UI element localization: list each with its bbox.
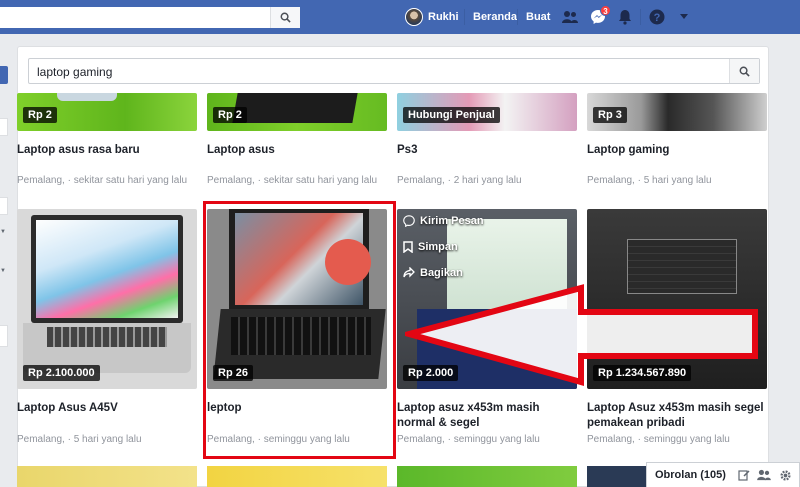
nav-divider <box>640 9 641 25</box>
help-icon[interactable]: ? <box>648 8 666 26</box>
sidebar-filter-box[interactable] <box>0 325 8 347</box>
left-sidebar-edge <box>0 34 10 487</box>
marketplace-search-input[interactable]: laptop gaming <box>28 58 760 84</box>
listing-time: · sekitar satu hari yang lalu <box>67 175 188 186</box>
share-action[interactable]: Bagikan <box>403 267 463 279</box>
listing-title[interactable]: Laptop asus <box>207 143 387 158</box>
listing-title[interactable]: Laptop asuz x453m masih normal & segel <box>397 401 577 431</box>
svg-text:?: ? <box>654 12 661 24</box>
share-label: Bagikan <box>420 267 463 279</box>
home-link[interactable]: Beranda <box>473 11 517 23</box>
messages-badge: 3 <box>600 5 611 16</box>
listing-card[interactable]: Rp 3 Laptop gaming Pemalang, · 5 hari ya… <box>587 93 767 193</box>
nav-divider <box>517 9 518 25</box>
pointer-arrow <box>405 284 758 386</box>
chat-label: Obrolan (105) <box>655 469 726 481</box>
notifications-bell-icon[interactable] <box>616 8 634 26</box>
listing-time: · sekitar satu hari yang lalu <box>257 175 378 186</box>
listing-location: Pemalang, <box>587 434 635 445</box>
listing-card[interactable]: Rp 2.100.000 Laptop Asus A45V Pemalang, … <box>17 209 197 454</box>
listing-title[interactable]: Laptop asus rasa baru <box>17 143 197 158</box>
gear-icon[interactable] <box>778 468 792 482</box>
listing-card[interactable]: Rp 2 Laptop asus Pemalang, · sekitar sat… <box>207 93 387 193</box>
listing-location: Pemalang, <box>397 175 445 186</box>
listing-location: Pemalang, <box>587 175 635 186</box>
listing-time: · seminggu yang lalu <box>447 434 540 445</box>
listing-price: Hubungi Penjual <box>403 107 500 123</box>
profile-link[interactable]: Rukhi <box>428 11 459 23</box>
nav-divider <box>464 9 465 25</box>
bookmark-icon <box>403 241 413 253</box>
marketplace-search-button[interactable] <box>729 59 759 83</box>
listing-photo[interactable] <box>17 466 197 487</box>
listing-location: Pemalang, <box>17 434 65 445</box>
chevron-down-icon[interactable]: ▼ <box>0 268 6 274</box>
sidebar-filter-box[interactable] <box>0 118 8 136</box>
top-navigation-bar: Rukhi Beranda Buat 3 ? <box>0 0 800 34</box>
listing-title[interactable]: Laptop Asuz x453m masih segel pemakean p… <box>587 401 767 431</box>
search-icon <box>739 66 750 77</box>
listing-title[interactable]: Laptop Asus A45V <box>17 401 197 416</box>
account-menu-caret-icon[interactable] <box>675 8 693 26</box>
save-action[interactable]: Simpan <box>403 241 458 253</box>
group-icon[interactable] <box>757 468 771 482</box>
messenger-icon <box>403 215 415 227</box>
listing-photo[interactable] <box>207 466 387 487</box>
global-search-button[interactable] <box>270 7 300 28</box>
send-message-action[interactable]: Kirim Pesan <box>403 215 484 227</box>
send-message-label: Kirim Pesan <box>420 215 484 227</box>
highlight-box <box>203 201 396 459</box>
listing-photo[interactable] <box>397 466 577 487</box>
sidebar-selected-item[interactable] <box>0 66 8 84</box>
listing-time: · 5 hari yang lalu <box>67 434 142 445</box>
listing-price: Rp 2 <box>213 107 247 123</box>
global-search-input[interactable] <box>0 7 300 28</box>
listing-time: · 2 hari yang lalu <box>447 175 522 186</box>
listing-price: Rp 2 <box>23 107 57 123</box>
save-label: Simpan <box>418 241 458 253</box>
listing-price: Rp 3 <box>593 107 627 123</box>
listing-photo[interactable] <box>17 209 197 389</box>
avatar[interactable] <box>405 8 423 26</box>
share-icon <box>403 267 415 278</box>
listing-location: Pemalang, <box>207 175 255 186</box>
chat-bar[interactable]: Obrolan (105) <box>646 462 800 487</box>
listing-title[interactable]: Laptop gaming <box>587 143 767 158</box>
listing-time: · 5 hari yang lalu <box>637 175 712 186</box>
listing-location: Pemalang, <box>17 175 65 186</box>
listing-photo[interactable] <box>587 466 647 487</box>
chevron-down-icon[interactable]: ▼ <box>0 229 6 235</box>
compose-icon[interactable] <box>737 468 751 482</box>
listing-location: Pemalang, <box>397 434 445 445</box>
listing-title[interactable]: Ps3 <box>397 143 577 158</box>
search-query-text: laptop gaming <box>37 65 113 79</box>
search-icon <box>280 12 291 23</box>
listing-time: · seminggu yang lalu <box>637 434 730 445</box>
listing-card[interactable]: Hubungi Penjual Ps3 Pemalang, · 2 hari y… <box>397 93 577 193</box>
sidebar-filter-box[interactable] <box>0 197 8 215</box>
listing-card[interactable]: Rp 2 Laptop asus rasa baru Pemalang, · s… <box>17 93 197 193</box>
listing-price: Rp 2.100.000 <box>23 365 100 381</box>
friend-requests-icon[interactable] <box>561 8 579 26</box>
create-link[interactable]: Buat <box>526 11 550 23</box>
